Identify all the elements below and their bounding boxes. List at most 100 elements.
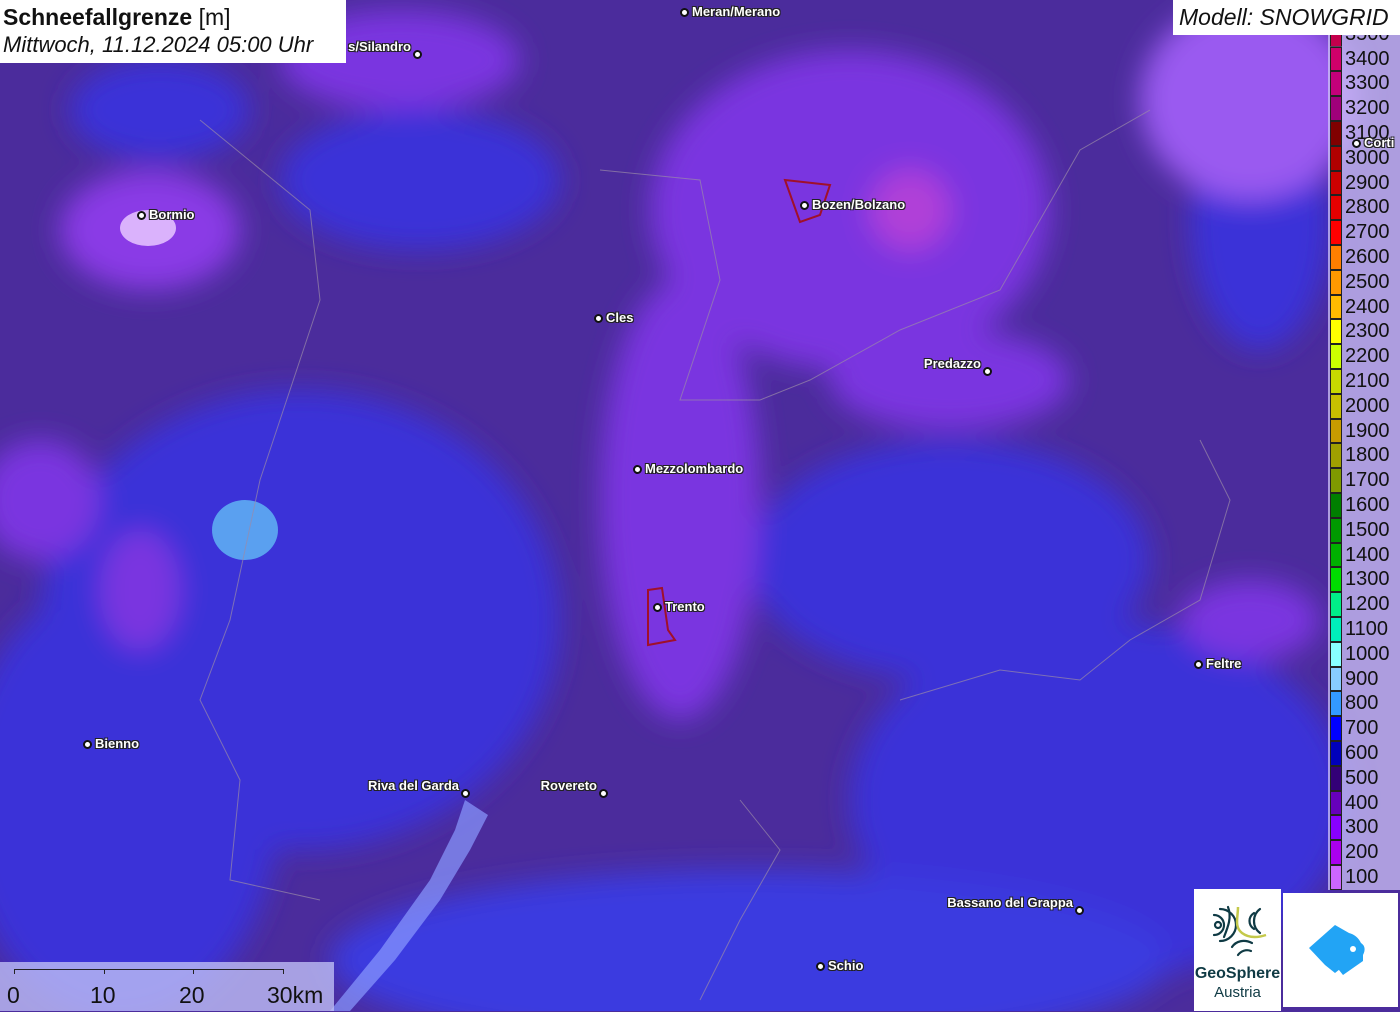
legend-swatch bbox=[1330, 71, 1342, 97]
legend-label: 700 bbox=[1345, 717, 1379, 740]
city-marker[interactable] bbox=[412, 49, 422, 59]
city-label[interactable]: Bassano del Grappa bbox=[947, 896, 1073, 910]
city-marker[interactable] bbox=[632, 464, 642, 474]
city-label[interactable]: s/Silandro bbox=[348, 40, 411, 54]
legend-swatch bbox=[1330, 741, 1342, 766]
city-marker[interactable] bbox=[1351, 138, 1361, 148]
legend-swatch bbox=[1330, 765, 1342, 791]
color-legend: 3500340033003200310030002900280027002600… bbox=[1328, 34, 1400, 890]
legend-swatch bbox=[1330, 567, 1342, 593]
map-title: Schneefallgrenze [m] bbox=[3, 3, 343, 31]
city-marker[interactable] bbox=[82, 739, 92, 749]
scale-line bbox=[14, 969, 284, 970]
legend-item: 1500 bbox=[1330, 517, 1400, 543]
city-label[interactable]: Cles bbox=[606, 311, 633, 325]
city-label[interactable]: Predazzo bbox=[924, 357, 981, 371]
city-label[interactable]: Rovereto bbox=[541, 779, 597, 793]
legend-swatch bbox=[1330, 393, 1342, 419]
legend-label: 500 bbox=[1345, 766, 1379, 789]
city-marker[interactable] bbox=[593, 313, 603, 323]
legend-label: 1900 bbox=[1345, 419, 1390, 442]
legend-swatch bbox=[1330, 815, 1342, 841]
legend-item: 2500 bbox=[1330, 269, 1400, 295]
city-marker[interactable] bbox=[982, 366, 992, 376]
legend-item: 1400 bbox=[1330, 542, 1400, 568]
title-unit: [m] bbox=[198, 4, 231, 30]
legend-item: 1800 bbox=[1330, 443, 1400, 469]
city-label[interactable]: Schio bbox=[828, 959, 863, 973]
legend-label: 2600 bbox=[1345, 246, 1390, 268]
legend-swatch bbox=[1330, 443, 1342, 469]
legend-label: 1800 bbox=[1345, 444, 1390, 467]
city-marker[interactable] bbox=[136, 210, 146, 220]
legend-swatch bbox=[1330, 666, 1342, 692]
city-label[interactable]: Meran/Merano bbox=[692, 5, 780, 19]
city-marker[interactable] bbox=[1193, 659, 1203, 669]
legend-label: 1500 bbox=[1345, 518, 1390, 541]
snowfall-line-map[interactable] bbox=[0, 0, 1400, 1011]
scale-tick bbox=[14, 969, 15, 974]
legend-label: 3400 bbox=[1345, 47, 1390, 70]
legend-swatch bbox=[1330, 691, 1342, 717]
legend-swatch bbox=[1330, 840, 1342, 865]
legend-label: 400 bbox=[1345, 791, 1379, 814]
legend-swatch bbox=[1330, 617, 1342, 642]
city-label[interactable]: Bienno bbox=[95, 737, 139, 751]
legend-label: 600 bbox=[1345, 742, 1379, 764]
legend-label: 1700 bbox=[1345, 469, 1390, 492]
legend-item: 1200 bbox=[1330, 592, 1400, 617]
legend-item: 700 bbox=[1330, 716, 1400, 741]
city-marker[interactable] bbox=[598, 788, 608, 798]
legend-item: 600 bbox=[1330, 741, 1400, 766]
city-label[interactable]: Trento bbox=[665, 600, 705, 614]
legend-item: 1000 bbox=[1330, 641, 1400, 667]
city-label[interactable]: Riva del Garda bbox=[368, 779, 459, 793]
legend-item: 1300 bbox=[1330, 567, 1400, 593]
legend-swatch bbox=[1330, 96, 1342, 121]
legend-swatch bbox=[1330, 542, 1342, 568]
city-label[interactable]: Corti bbox=[1364, 136, 1394, 150]
scale-tick bbox=[283, 969, 284, 974]
city-label[interactable]: Feltre bbox=[1206, 657, 1241, 671]
legend-item: 2100 bbox=[1330, 369, 1400, 394]
city-marker[interactable] bbox=[1074, 905, 1084, 915]
legend-label: 1400 bbox=[1345, 543, 1390, 566]
legend-label: 2500 bbox=[1345, 270, 1390, 293]
legend-swatch bbox=[1330, 468, 1342, 493]
legend-label: 3000 bbox=[1345, 146, 1390, 169]
scale-tick bbox=[193, 969, 194, 974]
legend-label: 2100 bbox=[1345, 370, 1390, 392]
city-label[interactable]: Bozen/Bolzano bbox=[812, 198, 905, 212]
city-marker[interactable] bbox=[815, 961, 825, 971]
app-logo[interactable] bbox=[1283, 893, 1398, 1007]
legend-item: 1600 bbox=[1330, 493, 1400, 518]
legend-swatch bbox=[1330, 641, 1342, 667]
legend-label: 1000 bbox=[1345, 642, 1390, 665]
legend-item: 3300 bbox=[1330, 71, 1400, 97]
legend-label: 1600 bbox=[1345, 494, 1390, 516]
legend-swatch bbox=[1330, 294, 1342, 320]
scale-label: 20 bbox=[179, 982, 205, 1008]
legend-label: 200 bbox=[1345, 841, 1379, 864]
legend-label: 2400 bbox=[1345, 295, 1390, 318]
legend-label: 2900 bbox=[1345, 171, 1390, 194]
city-marker[interactable] bbox=[799, 200, 809, 210]
mountain-cloud-icon bbox=[1309, 925, 1365, 975]
legend-item: 200 bbox=[1330, 840, 1400, 865]
city-label[interactable]: Bormio bbox=[149, 208, 195, 222]
legend-item: 2000 bbox=[1330, 393, 1400, 419]
legend-label: 1100 bbox=[1345, 618, 1389, 640]
legend-swatch bbox=[1330, 344, 1342, 369]
legend-label: 3300 bbox=[1345, 72, 1390, 95]
geosphere-austria-logo[interactable]: GeoSphere Austria bbox=[1194, 889, 1281, 1011]
legend-item: 1100 bbox=[1330, 617, 1400, 642]
legend-swatch bbox=[1330, 195, 1342, 221]
city-marker[interactable] bbox=[652, 602, 662, 612]
scale-label: 30km bbox=[267, 982, 324, 1008]
legend-swatch bbox=[1330, 790, 1342, 816]
map-datetime: Mittwoch, 11.12.2024 05:00 Uhr bbox=[3, 32, 314, 57]
city-label[interactable]: Mezzolombardo bbox=[645, 462, 743, 476]
city-marker[interactable] bbox=[679, 7, 689, 17]
city-marker[interactable] bbox=[460, 788, 470, 798]
legend-item: 500 bbox=[1330, 765, 1400, 791]
